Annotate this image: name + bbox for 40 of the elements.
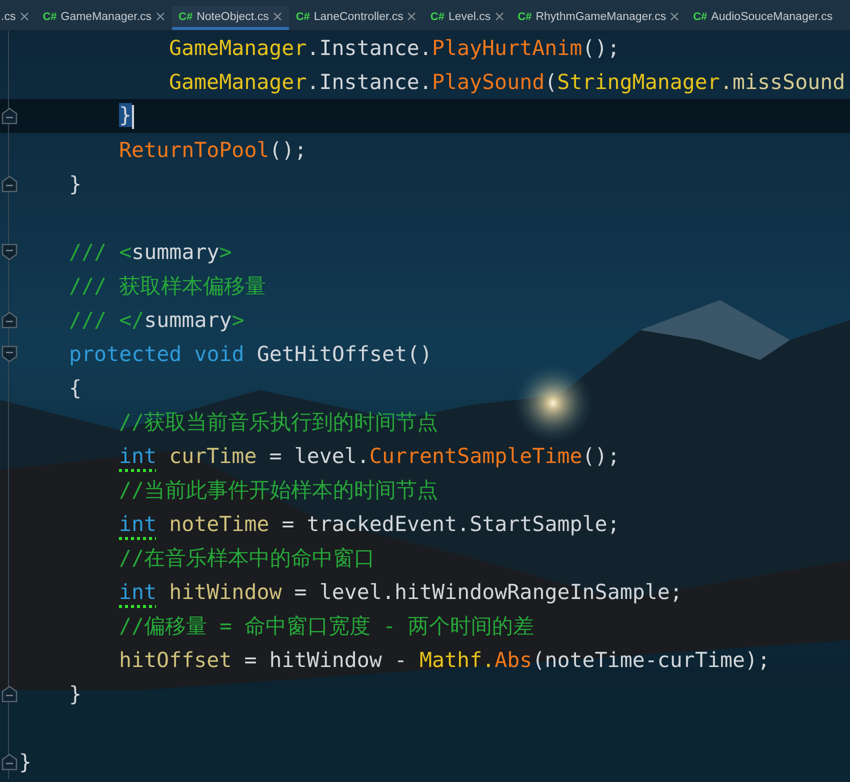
close-icon[interactable] bbox=[407, 12, 416, 21]
fold-icon[interactable] bbox=[0, 175, 18, 193]
file-tab[interactable]: C# LaneController.cs bbox=[288, 6, 424, 30]
close-icon[interactable] bbox=[670, 12, 680, 21]
code-line: GameManager.Instance.PlayHurtAnim(); bbox=[168, 36, 620, 60]
text-caret bbox=[132, 104, 134, 129]
file-tab[interactable]: C# NoteObject.cs bbox=[172, 6, 289, 30]
close-icon[interactable] bbox=[156, 12, 165, 21]
fold-icon[interactable] bbox=[0, 753, 18, 771]
fold-icon[interactable] bbox=[0, 345, 18, 363]
close-icon[interactable] bbox=[20, 12, 29, 21]
file-tab[interactable]: C# GameManager.cs bbox=[36, 6, 172, 30]
code-line: } bbox=[68, 682, 82, 706]
code-line: /// 获取样本偏移量 bbox=[68, 273, 266, 300]
code-line: hitOffset = hitWindow - Mathf.Abs(noteTime-curTime); bbox=[118, 648, 770, 672]
code-line: //当前此事件开始样本的时间节点 bbox=[118, 477, 438, 504]
code-line: int noteTime = trackedEvent.StartSample; bbox=[118, 512, 620, 536]
code-line: //获取当前音乐执行到的时间节点 bbox=[118, 409, 438, 436]
file-tab[interactable]: .cs bbox=[0, 6, 36, 30]
code-line: //偏移量 = 命中窗口宽度 - 两个时间的差 bbox=[118, 613, 534, 640]
file-tab[interactable]: C# Level.cs bbox=[423, 6, 511, 30]
fold-icon[interactable] bbox=[0, 107, 18, 125]
code-line: int curTime = level.CurrentSampleTime(); bbox=[118, 444, 620, 468]
code-line: GameManager.Instance.PlaySound(StringManager.missSound bbox=[168, 70, 846, 94]
code-line: protected void GetHitOffset() bbox=[68, 342, 432, 366]
code-line: } bbox=[68, 172, 82, 196]
code-line: ReturnToPool(); bbox=[118, 138, 307, 162]
close-icon[interactable] bbox=[272, 12, 282, 21]
code-line: { bbox=[68, 376, 82, 400]
fold-icon[interactable] bbox=[0, 311, 18, 329]
code-line: int hitWindow = level.hitWindowRangeInSample; bbox=[118, 580, 682, 604]
file-tab[interactable]: C# AudioSouceManager.cs bbox=[686, 6, 833, 30]
code-line: /// </summary> bbox=[68, 308, 244, 332]
file-tab[interactable]: C# RhythmGameManager.cs bbox=[510, 6, 686, 30]
code-line: } bbox=[19, 750, 32, 774]
code-line: /// <summary> bbox=[68, 240, 232, 264]
code-line: //在音乐样本中的命中窗口 bbox=[118, 545, 376, 572]
fold-icon[interactable] bbox=[0, 243, 18, 261]
close-icon[interactable] bbox=[494, 12, 504, 21]
fold-icon[interactable] bbox=[0, 685, 18, 703]
